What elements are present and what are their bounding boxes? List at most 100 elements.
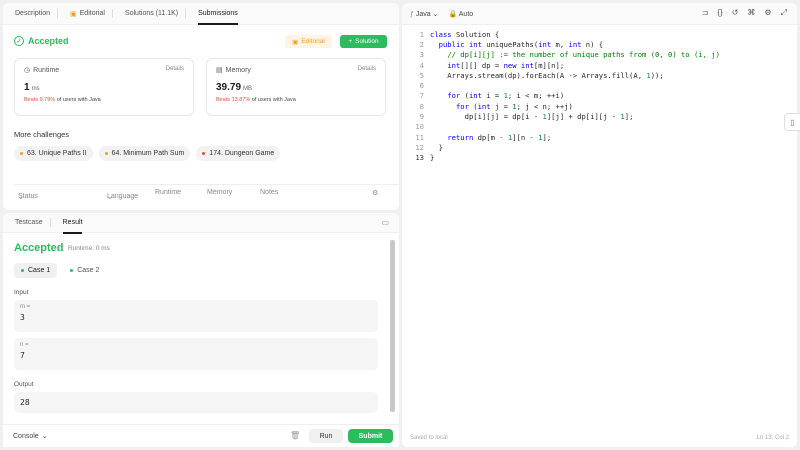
reset-icon[interactable]: ↺ (732, 8, 739, 18)
more-challenges-title: More challenges (14, 130, 70, 139)
line-text: for (int i = 1; i < m; ++i) (447, 91, 565, 101)
difficulty-dot (104, 152, 108, 155)
case-label: Case 1 (28, 267, 51, 274)
code-line[interactable]: 13} (402, 153, 797, 163)
cursor-position: Ln 13, Col 2 (756, 435, 789, 441)
runtime-details-link[interactable]: Details (166, 66, 184, 72)
code-line[interactable]: 8 for (int j = 1; j < n; ++j) (402, 101, 797, 111)
line-number: 13 (415, 153, 424, 163)
runtime-column-header: Runtime (155, 189, 182, 196)
console-label: Console (13, 432, 39, 440)
code-line[interactable]: 4 int[][] dp = new int[m][n]; (402, 60, 797, 70)
challenge-chip[interactable]: 64. Minimum Path Sum (98, 146, 191, 161)
runtime-card[interactable]: ◷ Runtime Details 1 ms Beats 9.79% of user… (14, 58, 194, 116)
tab-label: Description (15, 10, 51, 17)
trash-icon[interactable]: 🗑 (290, 431, 300, 440)
run-button[interactable]: Run (309, 429, 343, 443)
add-solution-button[interactable]: + Solution (340, 35, 387, 48)
auto-label: Auto (458, 10, 474, 18)
code-line[interactable]: 11 return dp[m - 1][n - 1]; (402, 132, 797, 142)
book-icon: ▣ (292, 38, 299, 46)
challenges-list: 63. Unique Paths II 64. Minimum Path Sum… (14, 146, 281, 161)
tab-submissions[interactable]: Submissions (192, 3, 244, 25)
memory-column-header: Memory (207, 189, 233, 196)
line-number: 8 (419, 101, 424, 111)
line-text: } (430, 153, 435, 163)
runtime-unit: ms (31, 86, 40, 92)
tab-label: Testcase (15, 219, 43, 226)
input-var-value: 7 (20, 351, 25, 360)
language-selector[interactable]: ƒ Java ⌄ (410, 10, 438, 18)
editor-toolbar: ƒ Java ⌄ 🔒 Auto ⊐ {} ↺ ⌘ ⚙ ⤢ (402, 3, 797, 25)
line-number: 2 (419, 39, 424, 49)
tab-label: Submissions (198, 10, 238, 17)
editorial-button[interactable]: ▣ Editorial (285, 35, 332, 48)
fullscreen-icon[interactable]: ⤢ (781, 8, 787, 18)
submit-button[interactable]: Submit (348, 429, 393, 443)
tab-solutions[interactable]: Solutions (11.1K) (119, 3, 192, 25)
chevron-down-icon: ⌄ (41, 433, 48, 440)
tab-divider (185, 9, 187, 18)
code-line[interactable]: 5 Arrays.stream(dp).forEach(A -> Arrays.… (402, 70, 797, 80)
line-text: Arrays.stream(dp).forEach(A -> Arrays.fi… (430, 70, 664, 80)
line-number: 11 (415, 132, 424, 142)
case-tab-1[interactable]: Case 1 (14, 263, 58, 278)
runtime-value-row: 1 ms (24, 82, 184, 93)
input-box-n: n = 7 (14, 338, 378, 370)
tab-editorial[interactable]: ▣ Editorial (64, 3, 119, 25)
code-line[interactable]: 12 } (402, 142, 797, 152)
gear-icon[interactable]: ⚙ (372, 189, 378, 197)
memory-details-link[interactable]: Details (358, 66, 376, 72)
code-line[interactable]: 6 (402, 80, 797, 90)
auto-mode-toggle[interactable]: 🔒 Auto (448, 10, 473, 18)
runtime-beats: Beats 9.79% of users with Java (24, 97, 184, 103)
case-tabs: Case 1 Case 2 (14, 263, 106, 278)
braces-icon[interactable]: {} (717, 8, 722, 18)
shortcut-icon[interactable]: ⌘ (747, 8, 755, 18)
pass-dot (21, 269, 24, 272)
scrollbar[interactable] (390, 240, 395, 412)
challenge-chip[interactable]: 174. Dungeon Game (196, 146, 281, 161)
tab-result[interactable]: Result (57, 213, 89, 234)
input-label: Input (14, 289, 29, 296)
tab-label: Solutions (11.1K) (124, 10, 179, 17)
runtime-header: ◷ Runtime (24, 66, 184, 75)
editorial-button-label: Editorial (301, 38, 325, 45)
memory-card[interactable]: ▤ Memory Details 39.79 MB Beats 13.87% of … (206, 58, 386, 116)
code-line[interactable]: 2 public int uniquePaths(int m, int n) { (402, 39, 797, 49)
settings-icon[interactable]: ⚙ (764, 8, 771, 18)
solution-button-label: Solution (355, 38, 379, 45)
line-number: 5 (419, 70, 424, 80)
lock-icon: 🔒 (448, 10, 458, 18)
memory-beats-text: of users with Java (251, 97, 296, 103)
book-icon: ▣ (70, 10, 77, 18)
tab-divider (57, 9, 59, 18)
line-text: return dp[m - 1][n - 1]; (447, 132, 552, 142)
console-toggle[interactable]: Console ⌄ (13, 432, 48, 441)
chevron-down-icon: ⌄ (107, 193, 113, 201)
tab-divider (111, 9, 113, 18)
code-line[interactable]: 9 dp[i][j] = dp[i - 1][j] + dp[i][j - 1]… (402, 111, 797, 121)
tab-label: Editorial (79, 10, 105, 17)
code-line[interactable]: 10 (402, 122, 797, 132)
code-line[interactable]: 7 for (int i = 1; i < m; ++i) (402, 91, 797, 101)
bookmark-icon[interactable]: ⊐ (702, 8, 709, 18)
line-number: 3 (419, 50, 424, 60)
memory-value: 39.79 (216, 82, 242, 93)
tab-description[interactable]: Description (9, 3, 64, 25)
difficulty-dot (20, 152, 23, 155)
challenge-chip[interactable]: 63. Unique Paths II (14, 146, 93, 161)
memory-value-row: 39.79 MB (216, 82, 376, 93)
chip-icon: ▤ (216, 67, 223, 74)
memory-label: Memory (225, 66, 251, 74)
code-line[interactable]: 1 class Solution { (402, 29, 797, 39)
side-note-tab[interactable]: ▯ (784, 113, 800, 131)
challenge-label: 64. Minimum Path Sum (111, 150, 185, 157)
line-text: } (430, 142, 443, 152)
minimize-icon[interactable]: ▭ (381, 218, 389, 227)
code-area[interactable]: 1 class Solution {2 public int uniquePath… (402, 29, 797, 163)
tab-testcase[interactable]: Testcase (9, 213, 57, 234)
code-line[interactable]: 3 // dp[i][j] := the number of unique pa… (402, 50, 797, 60)
runtime-beats-pct: Beats 9.79% (24, 97, 56, 103)
case-tab-2[interactable]: Case 2 (63, 263, 106, 278)
